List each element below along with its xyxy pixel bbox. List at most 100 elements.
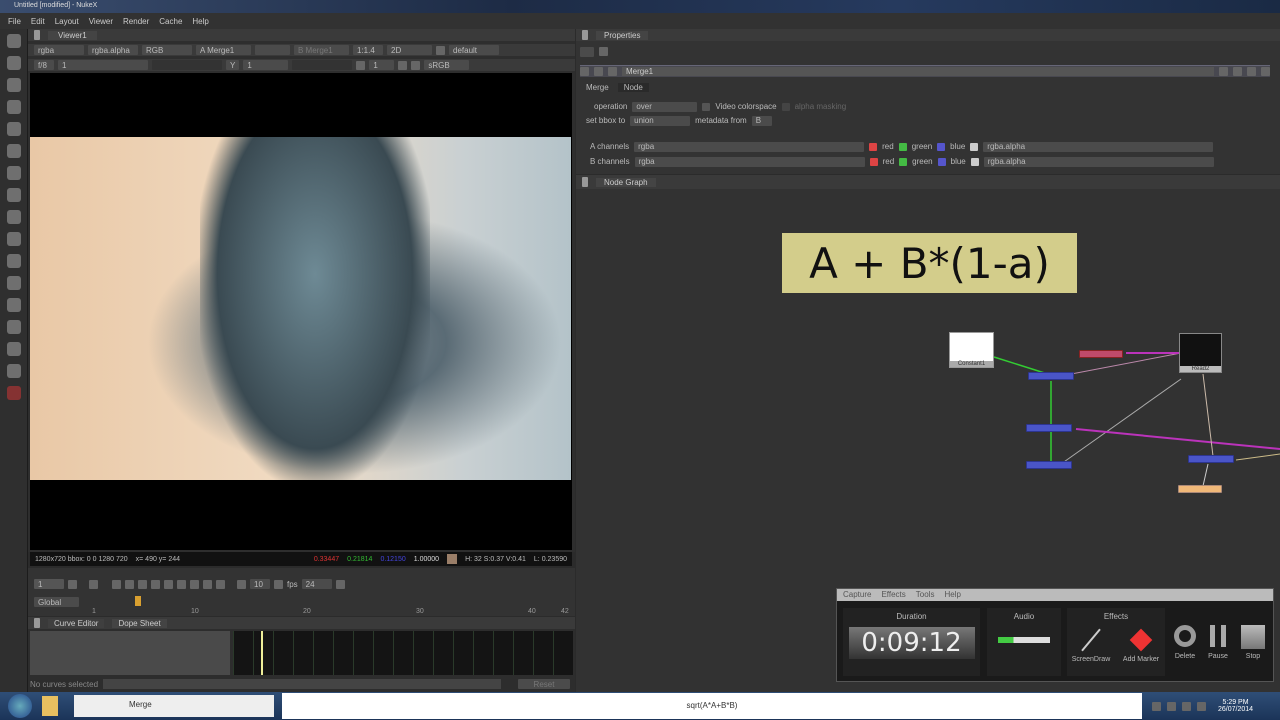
a-alpha-checkbox[interactable]: [970, 143, 978, 151]
reset-button[interactable]: Reset: [518, 679, 570, 689]
menu-file[interactable]: File: [8, 17, 21, 25]
a-red-checkbox[interactable]: [869, 143, 877, 151]
views-icon[interactable]: [7, 276, 21, 290]
a-channels-dropdown[interactable]: rgba: [634, 142, 864, 152]
draw-icon[interactable]: [7, 56, 21, 70]
time-icon[interactable]: [7, 78, 21, 92]
network-icon[interactable]: [1167, 702, 1176, 711]
start-button[interactable]: [8, 694, 32, 718]
last-frame-icon[interactable]: [216, 580, 225, 589]
node-write[interactable]: [1178, 485, 1222, 493]
undo-icon[interactable]: [1219, 67, 1228, 76]
proxy-dropdown[interactable]: 1: [369, 60, 394, 70]
keyer-icon[interactable]: [7, 166, 21, 180]
view-mode-dropdown[interactable]: 2D: [387, 45, 432, 55]
curve-graph[interactable]: [233, 631, 573, 675]
other-icon[interactable]: [7, 342, 21, 356]
node-color-icon[interactable]: [608, 67, 617, 76]
node-graph-tab[interactable]: Node Graph: [576, 175, 1280, 189]
bbox-dropdown[interactable]: union: [630, 116, 690, 126]
menu-help[interactable]: Help: [192, 17, 208, 25]
clip-icon[interactable]: [356, 61, 365, 70]
operation-dropdown[interactable]: over: [632, 102, 697, 112]
furnace-icon[interactable]: [7, 364, 21, 378]
step-back-icon[interactable]: [237, 580, 246, 589]
colorspace-dropdown[interactable]: RGB: [142, 45, 192, 55]
node-merge3[interactable]: [1026, 461, 1072, 469]
screendraw-button[interactable]: ScreenDraw: [1071, 626, 1111, 663]
channel-icon[interactable]: [7, 100, 21, 114]
filter-icon[interactable]: [7, 144, 21, 158]
b-input-dropdown[interactable]: B Merge1: [294, 45, 349, 55]
node-merge2[interactable]: [1026, 424, 1072, 432]
toolsets-icon[interactable]: [7, 320, 21, 334]
b-channels-dropdown[interactable]: rgba: [635, 157, 865, 167]
node-merge1[interactable]: [1028, 372, 1074, 380]
gain-slider[interactable]: [152, 60, 222, 70]
capture-menu-capture[interactable]: Capture: [843, 590, 871, 600]
tab-dope-sheet[interactable]: Dope Sheet: [112, 619, 166, 628]
help-icon[interactable]: [1247, 67, 1256, 76]
taskbar-text-field[interactable]: sqrt(A*A+B*B): [282, 693, 1142, 719]
delete-button[interactable]: Delete: [1170, 625, 1200, 660]
curve-list[interactable]: [30, 631, 230, 675]
stop-icon[interactable]: [164, 580, 173, 589]
node-read2[interactable]: Read2: [1179, 333, 1222, 373]
particles-icon[interactable]: [7, 254, 21, 268]
gain-field[interactable]: 1: [58, 60, 148, 70]
properties-tab[interactable]: Properties: [576, 29, 1280, 41]
panel-grip-icon[interactable]: [582, 30, 588, 40]
a-input-dropdown[interactable]: A Merge1: [196, 45, 251, 55]
gamma-slider[interactable]: [292, 60, 352, 70]
image-icon[interactable]: [7, 34, 21, 48]
refresh-icon[interactable]: [411, 61, 420, 70]
audio-level-slider[interactable]: [998, 637, 1050, 643]
explorer-icon[interactable]: [42, 696, 58, 716]
flag-icon[interactable]: [1152, 702, 1161, 711]
menu-render[interactable]: Render: [123, 17, 149, 25]
b-red-checkbox[interactable]: [870, 158, 878, 166]
taskbar-window-merge[interactable]: Merge: [74, 695, 274, 717]
zoom-dropdown[interactable]: 1:1.4: [353, 45, 383, 55]
panel-grip-icon[interactable]: [582, 177, 588, 187]
max-panels-field[interactable]: [580, 47, 594, 57]
tab-merge[interactable]: Merge: [582, 83, 613, 92]
keyframe-icon[interactable]: [68, 580, 77, 589]
metadata-icon[interactable]: [7, 298, 21, 312]
node-constant1[interactable]: Constant1: [949, 332, 994, 368]
roi-icon[interactable]: [436, 46, 445, 55]
a-green-checkbox[interactable]: [899, 143, 907, 151]
loop-icon[interactable]: [336, 580, 345, 589]
merge-icon[interactable]: [7, 188, 21, 202]
lut-dropdown[interactable]: default: [449, 45, 499, 55]
gamma-field[interactable]: 1: [243, 60, 288, 70]
next-frame-icon[interactable]: [190, 580, 199, 589]
curve-playhead[interactable]: [261, 631, 263, 675]
wipe-dropdown[interactable]: [255, 45, 290, 55]
transform-icon[interactable]: [7, 210, 21, 224]
pause-viewer-icon[interactable]: [398, 61, 407, 70]
collapse-icon[interactable]: [580, 67, 589, 76]
volume-icon[interactable]: [1182, 702, 1191, 711]
panel-grip-icon[interactable]: [34, 618, 40, 628]
tab-node[interactable]: Node: [618, 83, 649, 92]
center-node-icon[interactable]: [594, 67, 603, 76]
node-name-field[interactable]: Merge1: [622, 67, 1214, 76]
menu-viewer[interactable]: Viewer: [89, 17, 113, 25]
alpha-masking-checkbox[interactable]: [782, 103, 790, 111]
menu-layout[interactable]: Layout: [55, 17, 79, 25]
alpha-dropdown[interactable]: rgba.alpha: [88, 45, 138, 55]
first-frame-icon[interactable]: [112, 580, 121, 589]
channels-dropdown[interactable]: rgba: [34, 45, 84, 55]
frame-slider[interactable]: Global: [28, 596, 575, 608]
3d-icon[interactable]: [7, 232, 21, 246]
b-blue-checkbox[interactable]: [938, 158, 946, 166]
a-alpha-dropdown[interactable]: rgba.alpha: [983, 142, 1213, 152]
app-tray-icon[interactable]: [1197, 702, 1206, 711]
node-merge4[interactable]: [1188, 455, 1234, 463]
range-dropdown[interactable]: Global: [34, 597, 79, 607]
menu-edit[interactable]: Edit: [31, 17, 45, 25]
video-colorspace-checkbox[interactable]: [702, 103, 710, 111]
fps-field[interactable]: 24: [302, 579, 332, 589]
capture-menu-help[interactable]: Help: [944, 590, 960, 600]
